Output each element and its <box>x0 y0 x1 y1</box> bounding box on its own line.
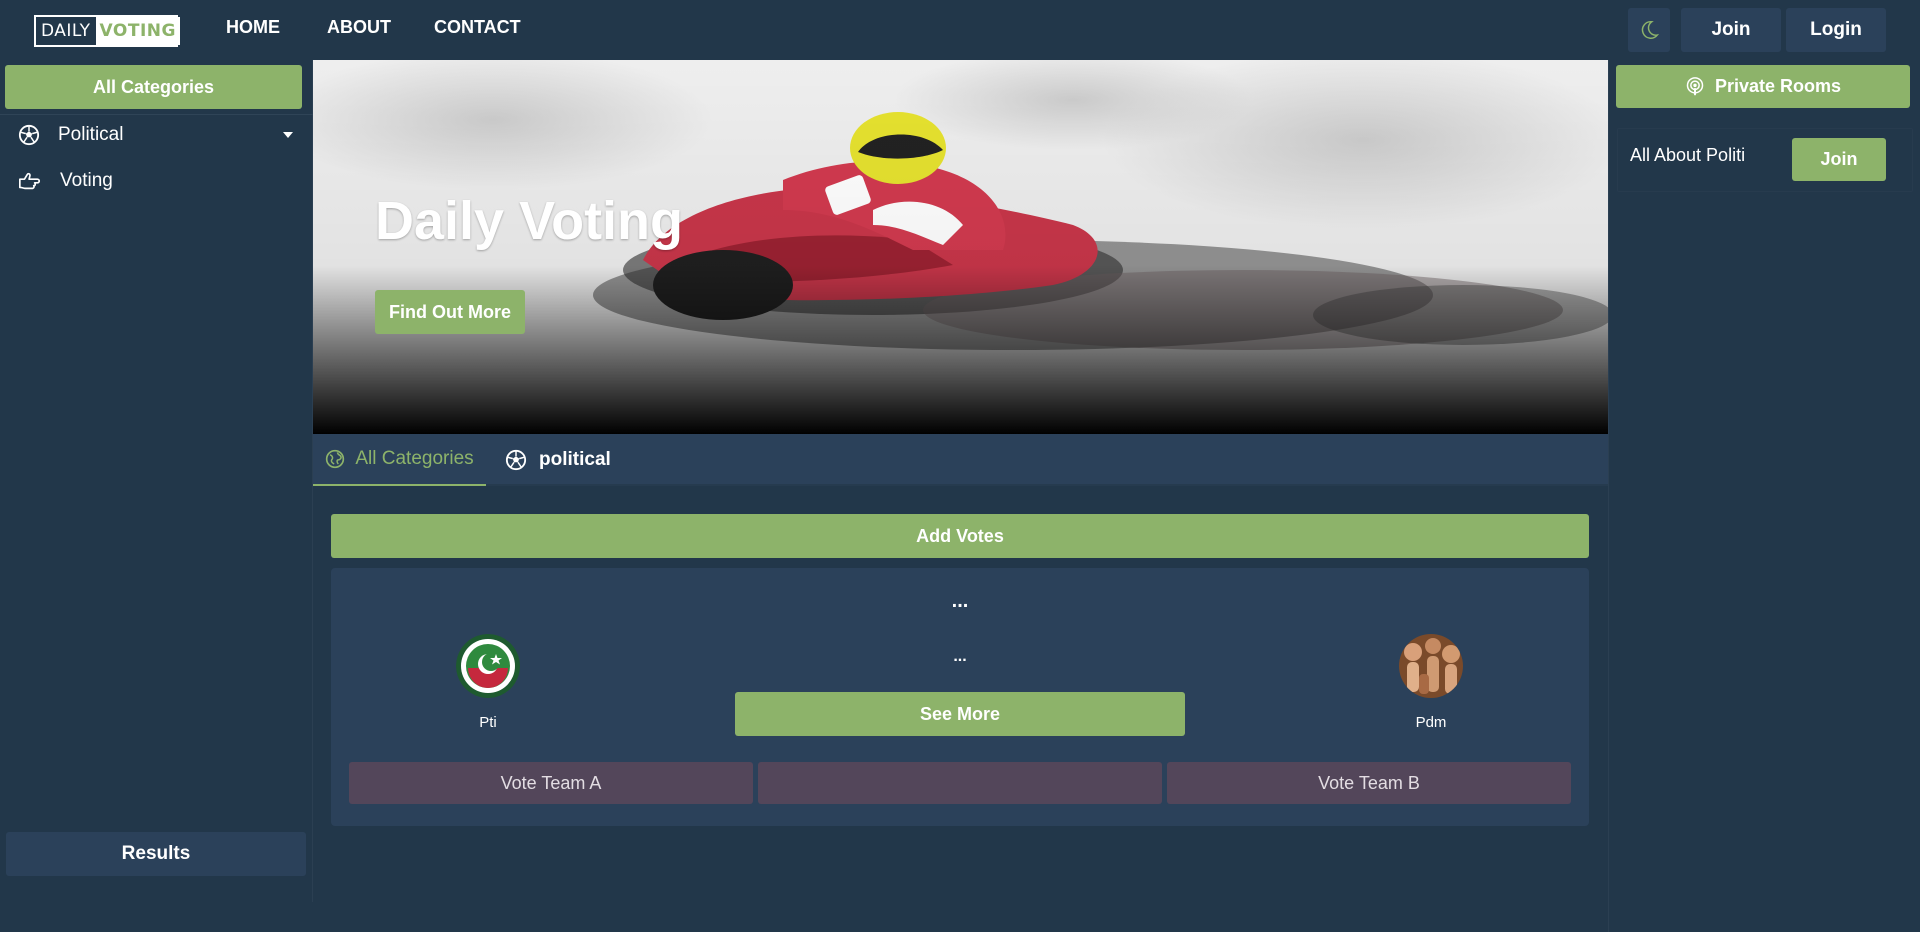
team-a: Pti <box>428 634 548 731</box>
add-votes-button[interactable]: Add Votes <box>331 514 1589 558</box>
sidebar-item-label: Political <box>58 124 124 145</box>
sidebar-divider <box>0 114 313 115</box>
vote-team-b-button[interactable]: Vote Team B <box>1167 762 1571 804</box>
private-rooms-button[interactable]: Private Rooms <box>1616 65 1910 108</box>
team-a-name: Pti <box>479 714 497 731</box>
nav-about-link[interactable]: ABOUT <box>327 17 391 38</box>
tab-political[interactable]: political <box>505 434 611 486</box>
team-b-name: Pdm <box>1415 714 1447 731</box>
vote-team-a-button[interactable]: Vote Team A <box>349 762 753 804</box>
sidebar-item-political[interactable]: Political <box>18 124 298 146</box>
tab-label: All Categories <box>355 448 474 469</box>
podcast-icon <box>1686 76 1704 95</box>
room-item: All About Politi Join <box>1617 128 1913 192</box>
globe-icon <box>326 449 345 469</box>
site-logo[interactable]: DAILY VOTING <box>34 15 180 47</box>
right-sidebar: Private Rooms All About Politi Join <box>1608 60 1920 932</box>
dark-mode-toggle[interactable] <box>1628 8 1670 52</box>
tab-label: political <box>539 449 611 470</box>
vote-card: ... ... Pti See More Pdm Vote Team A Vot… <box>331 568 1589 826</box>
team-b: Pdm <box>1371 634 1491 731</box>
room-join-button[interactable]: Join <box>1792 138 1886 181</box>
logo-voting-text: VOTING <box>95 17 180 45</box>
tab-all-categories[interactable]: All Categories <box>313 434 486 486</box>
sidebar-item-label: Voting <box>60 170 113 191</box>
all-categories-button[interactable]: All Categories <box>5 65 302 109</box>
nav-contact-link[interactable]: CONTACT <box>434 17 521 38</box>
left-sidebar: All Categories Political Voting Results <box>0 60 313 902</box>
logo-daily-text: DAILY <box>41 21 91 41</box>
soccer-ball-icon <box>505 449 527 471</box>
category-tabs: All Categories political <box>313 434 1608 486</box>
room-name: All About Politi <box>1630 145 1746 165</box>
join-button[interactable]: Join <box>1681 8 1781 52</box>
team-a-logo <box>456 634 520 698</box>
hero-title: Daily Voting <box>375 191 684 251</box>
vote-middle-button[interactable] <box>758 762 1162 804</box>
sidebar-item-voting[interactable]: Voting <box>18 170 113 192</box>
nav-home-link[interactable]: HOME <box>226 17 280 38</box>
see-more-button[interactable]: See More <box>735 692 1185 736</box>
hero-banner: Daily Voting Find Out More <box>313 60 1608 434</box>
vote-card-title: ... <box>951 590 969 612</box>
find-out-more-button[interactable]: Find Out More <box>375 290 525 334</box>
team-b-logo <box>1399 634 1463 698</box>
top-navbar: DAILY VOTING HOME ABOUT CONTACT Join Log… <box>0 0 1920 60</box>
login-button[interactable]: Login <box>1786 8 1886 52</box>
hand-point-right-icon <box>19 172 41 190</box>
results-button[interactable]: Results <box>6 832 306 876</box>
caret-down-icon <box>283 132 293 138</box>
private-rooms-label: Private Rooms <box>1714 76 1842 96</box>
moon-icon <box>1641 21 1660 39</box>
soccer-ball-icon <box>18 124 40 146</box>
